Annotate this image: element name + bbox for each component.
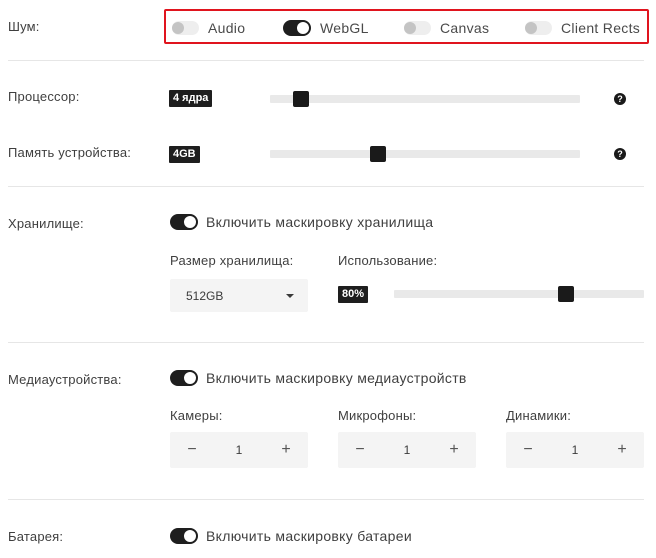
memory-label: Память устройства: bbox=[8, 145, 132, 160]
storage-size-value: 512GB bbox=[186, 288, 224, 303]
memory-slider[interactable] bbox=[270, 146, 580, 162]
toggle-knob bbox=[184, 530, 196, 542]
toggle-knob bbox=[525, 22, 537, 34]
speakers-stepper[interactable]: − 1 + bbox=[506, 432, 644, 468]
microphones-stepper[interactable]: − 1 + bbox=[338, 432, 476, 468]
microphones-value[interactable]: 1 bbox=[404, 443, 411, 457]
noise-label-canvas: Canvas bbox=[440, 20, 490, 36]
toggle-knob bbox=[297, 22, 309, 34]
speakers-label: Динамики: bbox=[506, 408, 572, 423]
divider bbox=[8, 499, 644, 500]
toggle-knob bbox=[404, 22, 416, 34]
toggle-switch[interactable] bbox=[170, 528, 198, 544]
noise-toggle-canvas[interactable]: Canvas bbox=[404, 19, 489, 37]
decrement-button[interactable]: − bbox=[338, 432, 382, 468]
media-masking-toggle[interactable]: Включить маскировку медиаустройств bbox=[170, 370, 467, 386]
noise-label-webgl: WebGL bbox=[320, 20, 369, 36]
memory-slider-thumb[interactable] bbox=[370, 146, 386, 162]
processor-slider[interactable] bbox=[270, 91, 580, 107]
toggle-switch[interactable] bbox=[172, 21, 199, 35]
toggle-knob bbox=[172, 22, 184, 34]
noise-label-audio: Audio bbox=[208, 20, 246, 36]
storage-label: Хранилище: bbox=[8, 216, 84, 231]
usage-slider[interactable] bbox=[394, 286, 644, 302]
media-label: Медиаустройства: bbox=[8, 372, 122, 387]
usage-badge: 80% bbox=[338, 286, 369, 303]
noise-toggle-webgl[interactable]: WebGL bbox=[283, 19, 369, 37]
toggle-knob bbox=[184, 216, 196, 228]
increment-button[interactable]: + bbox=[432, 432, 476, 468]
speakers-value[interactable]: 1 bbox=[572, 443, 579, 457]
noise-toggle-audio[interactable]: Audio bbox=[172, 19, 245, 37]
toggle-switch[interactable] bbox=[283, 20, 311, 36]
usage-label: Использование: bbox=[338, 253, 438, 268]
storage-toggle-label: Включить маскировку хранилища bbox=[206, 214, 434, 230]
media-toggle-label: Включить маскировку медиаустройств bbox=[206, 370, 467, 386]
battery-toggle-label: Включить маскировку батареи bbox=[206, 528, 412, 544]
decrement-button[interactable]: − bbox=[170, 432, 214, 468]
divider bbox=[8, 342, 644, 343]
battery-masking-toggle[interactable]: Включить маскировку батареи bbox=[170, 528, 412, 544]
toggle-knob bbox=[184, 372, 196, 384]
processor-slider-thumb[interactable] bbox=[293, 91, 309, 107]
noise-label-client-rects: Client Rects bbox=[561, 20, 641, 36]
cameras-value[interactable]: 1 bbox=[236, 443, 243, 457]
memory-badge: 4GB bbox=[169, 146, 200, 163]
noise-toggle-client-rects[interactable]: Client Rects bbox=[525, 19, 640, 37]
processor-badge: 4 ядра bbox=[169, 90, 213, 107]
memory-help-icon[interactable]: ? bbox=[614, 148, 626, 160]
storage-size-label: Размер хранилища: bbox=[170, 253, 294, 268]
decrement-button[interactable]: − bbox=[506, 432, 550, 468]
noise-label: Шум: bbox=[8, 19, 40, 34]
divider bbox=[8, 186, 644, 187]
chevron-down-icon bbox=[286, 293, 294, 298]
cameras-stepper[interactable]: − 1 + bbox=[170, 432, 308, 468]
increment-button[interactable]: + bbox=[600, 432, 644, 468]
usage-slider-thumb[interactable] bbox=[558, 286, 574, 302]
processor-help-icon[interactable]: ? bbox=[614, 93, 626, 105]
storage-size-select[interactable]: 512GB bbox=[170, 279, 308, 312]
battery-label: Батарея: bbox=[8, 529, 64, 544]
toggle-switch[interactable] bbox=[404, 21, 431, 35]
divider bbox=[8, 60, 644, 61]
noise-options-highlight: Audio WebGL Canvas Client Rects bbox=[164, 9, 649, 44]
cameras-label: Камеры: bbox=[170, 408, 223, 423]
toggle-switch[interactable] bbox=[170, 214, 198, 230]
increment-button[interactable]: + bbox=[264, 432, 308, 468]
processor-label: Процессор: bbox=[8, 89, 80, 104]
microphones-label: Микрофоны: bbox=[338, 408, 417, 423]
toggle-switch[interactable] bbox=[525, 21, 552, 35]
storage-masking-toggle[interactable]: Включить маскировку хранилища bbox=[170, 214, 433, 230]
toggle-switch[interactable] bbox=[170, 370, 198, 386]
